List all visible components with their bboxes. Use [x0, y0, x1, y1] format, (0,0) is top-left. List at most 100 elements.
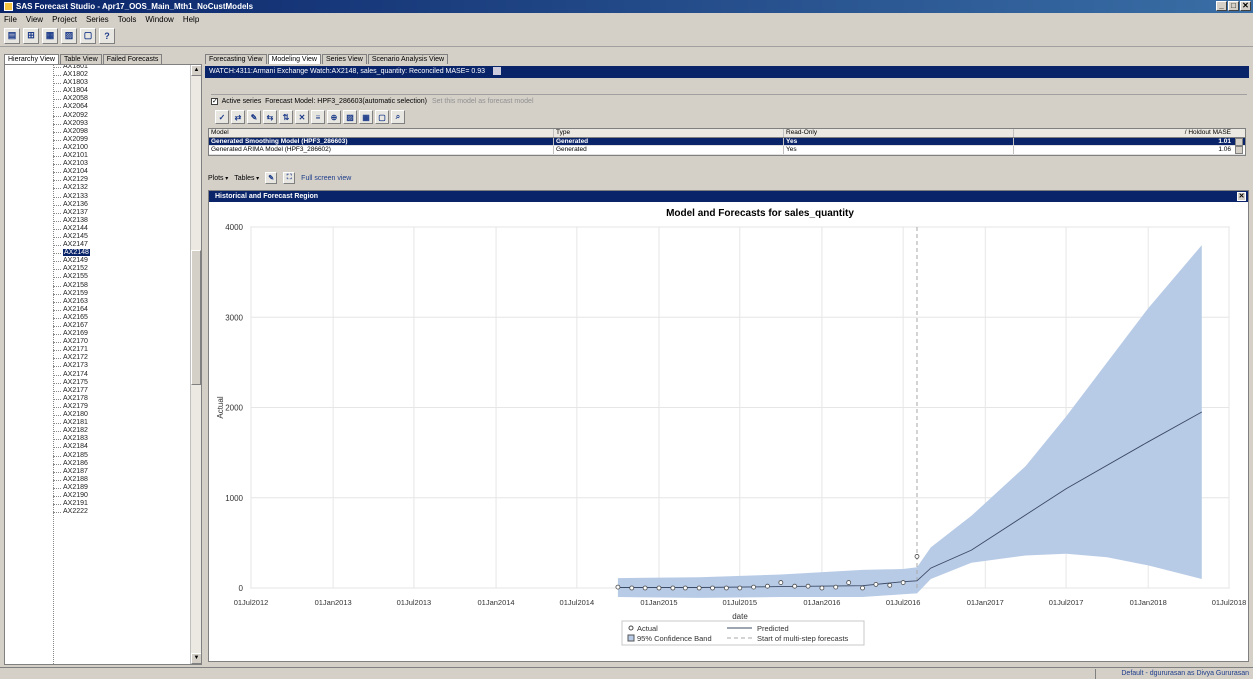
tree-item[interactable]: AX1804: [51, 87, 90, 95]
tree-item[interactable]: AX2169: [51, 330, 90, 338]
plots-dropdown[interactable]: Plots: [208, 175, 228, 182]
tree-item[interactable]: AX2185: [51, 452, 90, 460]
active-series-checkbox[interactable]: [211, 95, 218, 109]
menu-series[interactable]: Series: [86, 15, 109, 24]
tree-item[interactable]: AX2175: [51, 379, 90, 387]
edit-icon[interactable]: ✎: [247, 110, 261, 124]
tree-item[interactable]: AX2064: [51, 103, 90, 111]
tab-scenario-analysis-view[interactable]: Scenario Analysis View: [367, 54, 449, 64]
print-icon[interactable]: ▢: [80, 27, 96, 44]
list-icon[interactable]: ≡: [311, 110, 325, 124]
tree-item[interactable]: AX2181: [51, 419, 90, 427]
menu-view[interactable]: View: [26, 15, 43, 24]
tree-item[interactable]: AX2093: [51, 120, 90, 128]
spin-icon[interactable]: [1235, 137, 1243, 146]
tree-item[interactable]: AX2164: [51, 306, 90, 314]
tree-item[interactable]: AX2182: [51, 427, 90, 435]
hierarchy-icon[interactable]: ⊞: [23, 27, 39, 44]
scroll-down-icon[interactable]: ▼: [191, 653, 201, 664]
tree-item[interactable]: AX1802: [51, 71, 90, 79]
tree-item[interactable]: AX2191: [51, 500, 90, 508]
swap-icon[interactable]: ⇆: [263, 110, 277, 124]
tree-item[interactable]: AX2155: [51, 273, 90, 281]
accept-icon[interactable]: ✓: [215, 110, 229, 124]
table-row[interactable]: Generated Smoothing Model (HPF3_286603) …: [209, 137, 1245, 146]
view-icon[interactable]: ▢: [375, 110, 389, 124]
tree-item[interactable]: AX2158: [51, 282, 90, 290]
tree-item[interactable]: AX2137: [51, 209, 90, 217]
tree-item[interactable]: AX2186: [51, 460, 90, 468]
close-icon[interactable]: ✕: [1237, 192, 1246, 201]
tree-item[interactable]: AX2188: [51, 476, 90, 484]
info-icon[interactable]: [493, 67, 502, 76]
tree-item[interactable]: AX2144: [51, 225, 90, 233]
tree-item[interactable]: AX2098: [51, 128, 90, 136]
tree-item[interactable]: AX2092: [51, 112, 90, 120]
tables-dropdown[interactable]: Tables: [234, 175, 259, 182]
tree-item[interactable]: AX2103: [51, 160, 90, 168]
tree-item[interactable]: AX2183: [51, 435, 90, 443]
menu-file[interactable]: File: [4, 15, 17, 24]
tree-item[interactable]: AX1801: [51, 65, 90, 71]
scroll-thumb[interactable]: [191, 250, 201, 385]
col-header-type[interactable]: Type: [554, 129, 784, 137]
tree-item[interactable]: AX2138: [51, 217, 90, 225]
tree-item[interactable]: AX2173: [51, 362, 90, 370]
tree-item[interactable]: AX2152: [51, 265, 90, 273]
menu-window[interactable]: Window: [145, 15, 173, 24]
tree-item[interactable]: AX2171: [51, 346, 90, 354]
tree-item[interactable]: AX2190: [51, 492, 90, 500]
tab-failed-forecasts[interactable]: Failed Forecasts: [102, 54, 163, 64]
tree-item[interactable]: AX2222: [51, 508, 90, 516]
tab-forecasting-view[interactable]: Forecasting View: [205, 54, 267, 64]
full-screen-view-link[interactable]: Full screen view: [301, 175, 351, 182]
tree-item[interactable]: AX2170: [51, 338, 90, 346]
tab-modeling-view[interactable]: Modeling View: [267, 54, 321, 64]
tree-item[interactable]: AX2132: [51, 184, 90, 192]
tree-item[interactable]: AX2165: [51, 314, 90, 322]
menu-project[interactable]: Project: [52, 15, 77, 24]
add-model-icon[interactable]: ⊕: [327, 110, 341, 124]
tree-scrollbar[interactable]: ▲ ▼: [190, 65, 201, 664]
col-header-readonly[interactable]: Read-Only: [784, 129, 1014, 137]
tab-table-view[interactable]: Table View: [59, 54, 102, 64]
tree-item[interactable]: AX2174: [51, 371, 90, 379]
tab-series-view[interactable]: Series View: [321, 54, 367, 64]
tree-item[interactable]: AX2177: [51, 387, 90, 395]
tree-item[interactable]: AX2133: [51, 193, 90, 201]
minimize-button[interactable]: _: [1216, 1, 1227, 11]
tree-item[interactable]: AX2147: [51, 241, 90, 249]
tree-item[interactable]: AX1803: [51, 79, 90, 87]
table-icon[interactable]: ▦: [359, 110, 373, 124]
tree-item[interactable]: AX2104: [51, 168, 90, 176]
help-icon[interactable]: ?: [99, 27, 115, 44]
tree-item[interactable]: AX2148: [51, 249, 90, 257]
close-button[interactable]: ✕: [1240, 1, 1251, 11]
delete-icon[interactable]: ✕: [295, 110, 309, 124]
tree-item[interactable]: AX2179: [51, 403, 90, 411]
tree-item[interactable]: AX2163: [51, 298, 90, 306]
project-icon[interactable]: ▤: [4, 27, 20, 44]
menu-tools[interactable]: Tools: [118, 15, 137, 24]
tree-item[interactable]: AX2159: [51, 290, 90, 298]
menu-help[interactable]: Help: [183, 15, 199, 24]
zoom-icon[interactable]: ⌕: [391, 110, 405, 124]
set-forecast-model-link[interactable]: Set this model as forecast model: [432, 98, 534, 105]
tree-item[interactable]: AX2187: [51, 468, 90, 476]
tree-item[interactable]: AX2189: [51, 484, 90, 492]
tree-item[interactable]: AX2149: [51, 257, 90, 265]
col-header-mase[interactable]: / Holdout MASE: [1014, 129, 1245, 137]
table-row[interactable]: Generated ARIMA Model (HPF3_286602) Gene…: [209, 146, 1245, 155]
chart-icon[interactable]: ▨: [61, 27, 77, 44]
table-icon[interactable]: ▦: [42, 27, 58, 44]
tree-item[interactable]: AX2100: [51, 144, 90, 152]
tree-item[interactable]: AX2180: [51, 411, 90, 419]
tree-item[interactable]: AX2129: [51, 176, 90, 184]
tree-item[interactable]: AX2145: [51, 233, 90, 241]
tree-item[interactable]: AX2172: [51, 354, 90, 362]
fullscreen-icon[interactable]: ⛶: [283, 172, 296, 184]
tree-item[interactable]: AX2058: [51, 95, 90, 103]
tree-item[interactable]: AX2167: [51, 322, 90, 330]
tab-hierarchy-view[interactable]: Hierarchy View: [4, 54, 59, 64]
col-header-model[interactable]: Model: [209, 129, 554, 137]
